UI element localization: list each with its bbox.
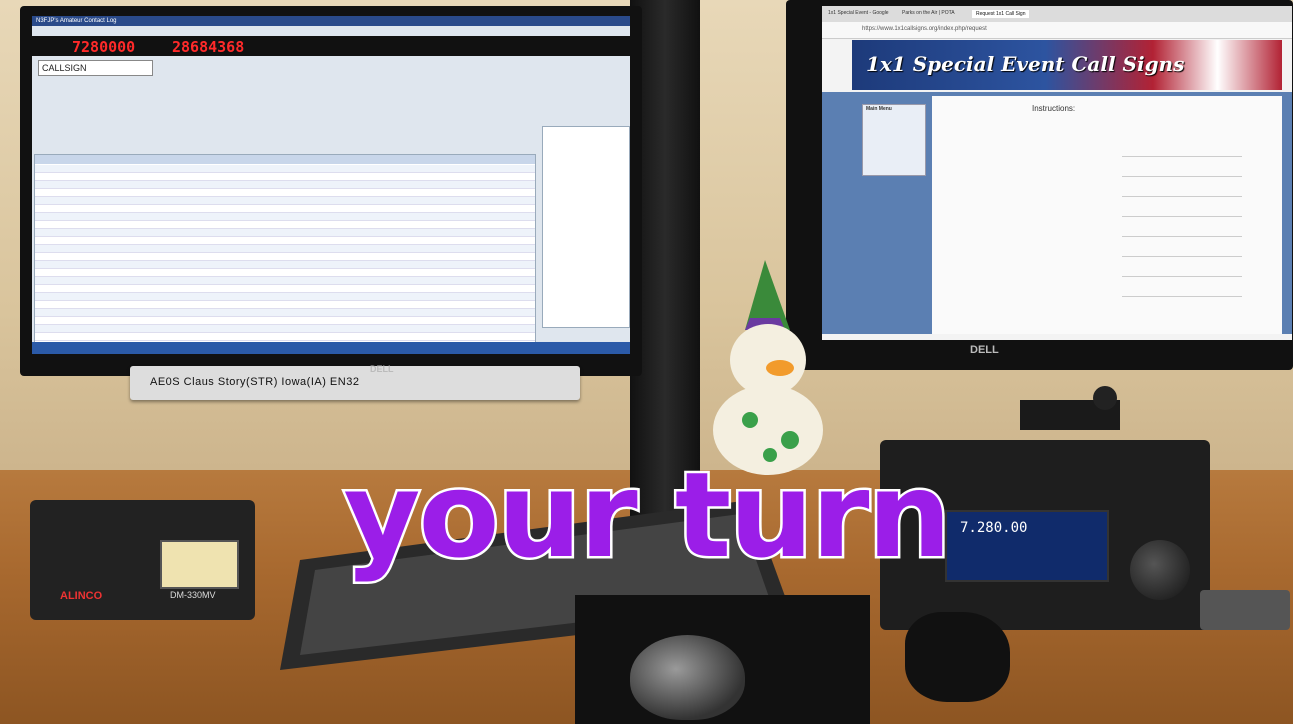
form-field-line: [1122, 236, 1242, 237]
table-row: [35, 301, 535, 309]
band-graph-panel: [542, 126, 630, 328]
url-text: https://www.1x1callsigns.org/index.php/r…: [862, 26, 987, 32]
logging-software-screen: N3FJP's Amateur Contact Log 7280000 2868…: [32, 16, 630, 354]
form-field-line: [1122, 156, 1242, 157]
form-field-line: [1122, 276, 1242, 277]
form-field-line: [1122, 256, 1242, 257]
table-row: [35, 245, 535, 253]
table-row: [35, 173, 535, 181]
left-monitor-brand: DELL: [370, 364, 394, 374]
frequency-b: 28684368: [172, 38, 245, 56]
crochet-duck-toy: [713, 260, 823, 475]
right-monitor-brand: DELL: [970, 344, 999, 356]
table-row: [35, 309, 535, 317]
table-row: [35, 181, 535, 189]
frequency-a: 7280000: [72, 38, 136, 56]
request-form: [932, 96, 1282, 334]
table-row: [35, 277, 535, 285]
form-lines: [932, 96, 1282, 334]
amp-model-label: DM-330MV: [170, 590, 216, 600]
hand-microphone: [905, 612, 1010, 702]
form-field-line: [1122, 296, 1242, 297]
form-field-line: [1122, 196, 1242, 197]
duck-beak: [766, 360, 794, 376]
table-row: [35, 229, 535, 237]
table-row: [35, 333, 535, 341]
table-row: [35, 253, 535, 261]
table-row: [35, 261, 535, 269]
table-row: [35, 317, 535, 325]
table-row: [35, 285, 535, 293]
instructions-heading: Instructions:: [1032, 104, 1076, 113]
browser-tab: Parks on the Air | POTA: [902, 10, 955, 16]
browser-tab: 1x1 Special Event - Google: [828, 10, 889, 16]
computer-mouse: [630, 635, 745, 720]
morse-key: [1020, 386, 1120, 430]
log-rows: [35, 165, 535, 341]
logger-title-bar: N3FJP's Amateur Contact Log: [32, 16, 630, 26]
main-menu-box: [862, 104, 926, 176]
site-title: 1x1 Special Event Call Signs: [866, 52, 1185, 76]
form-field-line: [1122, 176, 1242, 177]
menu-title: Main Menu: [866, 106, 892, 112]
table-row: [35, 165, 535, 173]
browser-tab-active: Request 1x1 Call Sign: [972, 10, 1030, 18]
contact-log-grid: [34, 154, 536, 352]
table-row: [35, 189, 535, 197]
browser-screen: 1x1 Special Event - Google Parks on the …: [822, 6, 1292, 340]
browser-tab-strip: 1x1 Special Event - Google Parks on the …: [822, 6, 1292, 22]
table-row: [35, 293, 535, 301]
windows-taskbar: [32, 342, 630, 354]
table-row: [35, 213, 535, 221]
table-row: [35, 197, 535, 205]
duck-spot: [742, 412, 758, 428]
coax-switch: [1200, 590, 1290, 630]
log-grid-header: [35, 155, 535, 164]
callsign-label: AE0S Claus Story(STR) Iowa(IA) EN32: [150, 376, 360, 388]
table-row: [35, 221, 535, 229]
frequency-display: 7280000 28684368: [32, 36, 630, 56]
callsign-input: CALLSIGN: [38, 60, 153, 76]
form-field-line: [1122, 216, 1242, 217]
table-row: [35, 237, 535, 245]
table-row: [35, 205, 535, 213]
table-row: [35, 325, 535, 333]
overlay-caption: your turn: [341, 444, 954, 587]
address-bar: https://www.1x1callsigns.org/index.php/r…: [822, 22, 1292, 39]
table-row: [35, 269, 535, 277]
key-knob: [1093, 386, 1117, 410]
amp-brand-label: ALINCO: [60, 590, 103, 602]
